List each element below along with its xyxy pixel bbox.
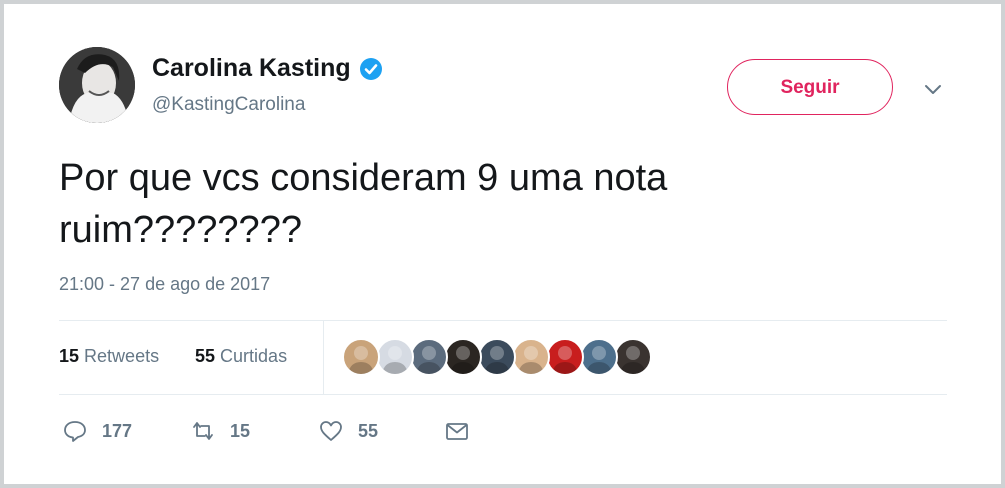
liker-avatar[interactable] <box>444 338 482 376</box>
liker-avatar[interactable] <box>614 338 652 376</box>
tweet-text: Por que vcs consideram 9 uma nota ruim??… <box>59 157 668 251</box>
likes-label: Curtidas <box>220 346 288 366</box>
likes-count: 55 <box>195 346 216 366</box>
liker-avatar[interactable] <box>478 338 516 376</box>
chevron-down-icon[interactable] <box>922 78 944 100</box>
direct-message-action[interactable] <box>444 418 470 444</box>
follow-button[interactable]: Seguir <box>727 59 893 115</box>
author-display-name[interactable]: Carolina Kasting <box>152 54 351 83</box>
reply-count: 177 <box>102 420 133 441</box>
tweet-timestamp[interactable]: 21:00 - 27 de ago de 2017 <box>59 274 270 295</box>
tweet-card: Carolina Kasting @KastingCarolina Seguir… <box>0 0 1005 488</box>
verified-badge-icon <box>359 57 382 80</box>
envelope-icon <box>446 423 468 440</box>
retweet-action[interactable]: 15 <box>190 418 250 444</box>
retweets-count: 15 <box>59 346 80 366</box>
liker-avatar[interactable] <box>580 338 618 376</box>
liker-avatar[interactable] <box>512 338 550 376</box>
author-avatar[interactable] <box>59 47 135 123</box>
liker-avatar[interactable] <box>376 338 414 376</box>
divider <box>59 320 947 321</box>
liker-avatar[interactable] <box>410 338 448 376</box>
liker-avatar[interactable] <box>342 338 380 376</box>
likes-stat[interactable]: 55 Curtidas <box>195 346 287 367</box>
like-count: 55 <box>358 420 379 441</box>
retweet-count: 15 <box>230 420 251 441</box>
retweets-stat[interactable]: 15 Retweets <box>59 346 159 367</box>
reply-icon <box>64 421 86 442</box>
reply-action[interactable]: 177 <box>62 418 132 444</box>
like-action[interactable]: 55 <box>318 418 378 444</box>
retweets-label: Retweets <box>84 346 160 366</box>
liker-avatar[interactable] <box>546 338 584 376</box>
retweet-icon <box>193 422 213 440</box>
author-handle[interactable]: @KastingCarolina <box>152 94 305 116</box>
heart-icon <box>320 421 342 441</box>
divider <box>59 394 947 395</box>
author-name-row: Carolina Kasting <box>152 54 383 83</box>
stats-vertical-divider <box>323 320 324 394</box>
